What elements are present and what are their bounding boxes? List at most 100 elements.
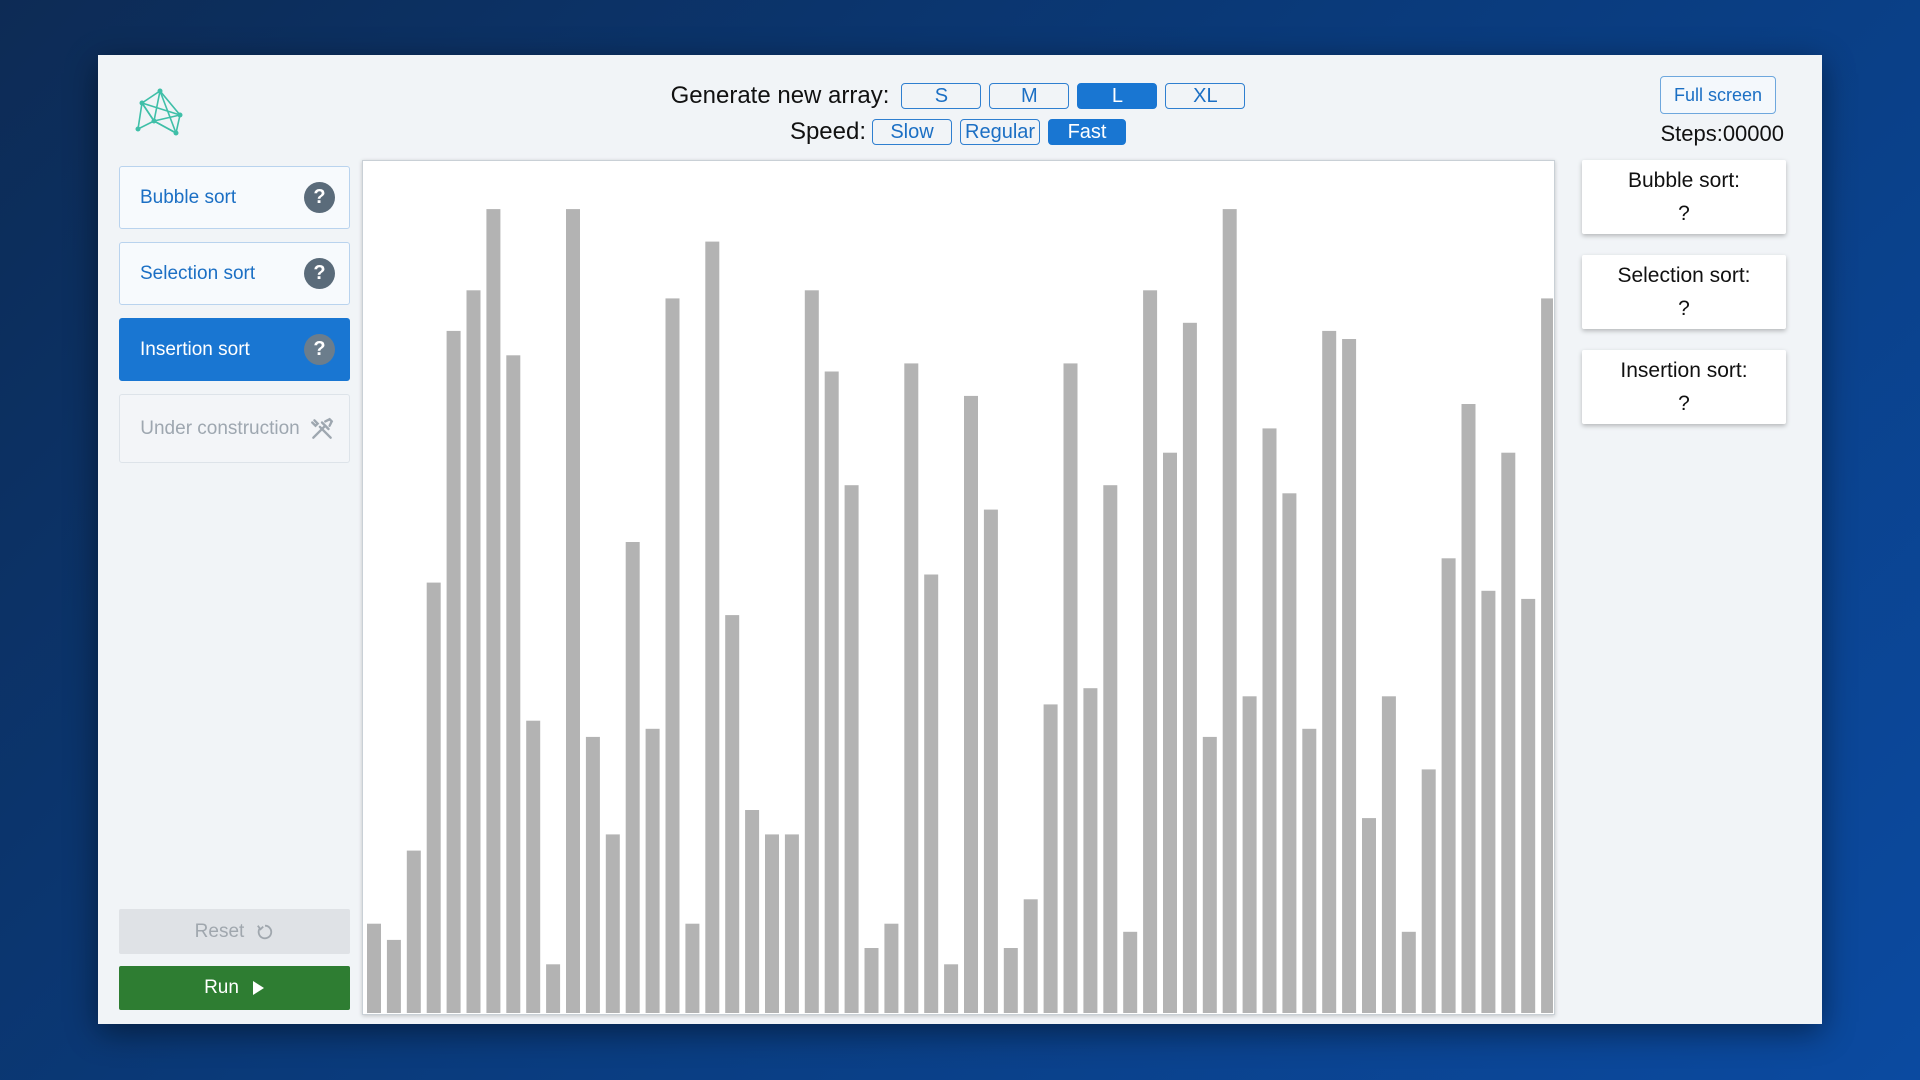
- array-bar: [546, 964, 561, 1013]
- array-bar: [665, 298, 680, 1013]
- array-bar: [386, 939, 401, 1013]
- result-label: Bubble sort:: [1627, 169, 1741, 192]
- array-bar: [406, 850, 421, 1013]
- array-bar: [645, 728, 660, 1013]
- array-bar: [1381, 696, 1396, 1013]
- help-icon[interactable]: ?: [304, 258, 335, 289]
- reset-button[interactable]: Reset: [119, 909, 350, 954]
- tools-icon: [311, 417, 334, 439]
- array-bar: [904, 363, 919, 1013]
- array-bar: [1262, 428, 1277, 1013]
- run-button[interactable]: Run: [119, 966, 350, 1010]
- algo-selection-sort[interactable]: Selection sort ?: [119, 242, 350, 305]
- array-bar: [1342, 339, 1357, 1013]
- fullscreen-button[interactable]: Full screen: [1660, 76, 1776, 114]
- generate-array-row: Generate new array: S M L XL: [98, 81, 1822, 111]
- result-selection-sort: Selection sort: ?: [1582, 255, 1786, 329]
- array-bar: [466, 290, 481, 1013]
- array-bar: [1043, 704, 1058, 1013]
- speed-label: Speed:: [789, 118, 867, 145]
- array-bar: [1461, 404, 1476, 1013]
- results-panel: Bubble sort: ? Selection sort: ? Inserti…: [1582, 160, 1786, 445]
- array-bar: [1441, 558, 1456, 1013]
- array-bar: [983, 509, 998, 1013]
- array-bar: [426, 582, 441, 1013]
- array-bar: [1103, 485, 1118, 1013]
- array-bar: [1302, 728, 1317, 1013]
- reset-icon: [256, 923, 274, 941]
- speed-slow-button[interactable]: Slow: [872, 119, 953, 145]
- array-bar: [1521, 598, 1536, 1013]
- array-bar: [566, 209, 580, 1013]
- array-bar: [526, 720, 541, 1013]
- speed-row: Speed: Slow Regular Fast: [98, 117, 1822, 147]
- array-bar: [506, 355, 521, 1013]
- array-bar: [1063, 363, 1078, 1013]
- array-bar: [1401, 931, 1416, 1013]
- array-bar: [1242, 696, 1257, 1013]
- size-s-button[interactable]: S: [901, 83, 982, 109]
- size-l-button[interactable]: L: [1077, 83, 1158, 109]
- array-bar: [864, 948, 879, 1013]
- app-window: Generate new array: S M L XL Speed: Slow…: [98, 55, 1822, 1024]
- array-bar: [605, 834, 620, 1013]
- result-value: ?: [1678, 297, 1690, 320]
- array-bar: [745, 810, 760, 1013]
- array-bar: [1143, 290, 1158, 1013]
- array-bar: [1222, 209, 1237, 1013]
- size-m-button[interactable]: M: [989, 83, 1070, 109]
- algo-bubble-sort[interactable]: Bubble sort ?: [119, 166, 350, 229]
- help-icon[interactable]: ?: [304, 334, 335, 365]
- array-bar: [725, 615, 740, 1013]
- algo-label: Insertion sort: [140, 338, 250, 360]
- result-value: ?: [1678, 202, 1690, 225]
- algo-label: Bubble sort: [140, 186, 237, 208]
- steps-counter: Steps:00000: [1660, 121, 1784, 147]
- array-bar: [1083, 688, 1098, 1013]
- array-bar: [824, 371, 839, 1013]
- speed-fast-button[interactable]: Fast: [1048, 119, 1127, 145]
- steps-label: Steps:: [1660, 121, 1723, 146]
- play-icon: [251, 980, 265, 996]
- array-bar: [784, 834, 799, 1013]
- size-xl-button[interactable]: XL: [1165, 83, 1246, 109]
- algorithm-sidebar: Bubble sort ? Selection sort ? Insertion…: [119, 166, 350, 476]
- array-bar: [1003, 948, 1018, 1013]
- array-bar: [944, 964, 959, 1013]
- array-bar: [1182, 322, 1197, 1013]
- array-bar: [1501, 452, 1516, 1013]
- array-bar: [1362, 818, 1376, 1013]
- array-bar: [367, 923, 381, 1013]
- array-bar: [765, 834, 779, 1013]
- construction-label: Under construction: [140, 418, 300, 439]
- steps-value: 00000: [1722, 121, 1784, 146]
- result-label: Insertion sort:: [1620, 359, 1748, 382]
- bars-svg: [367, 209, 1553, 1013]
- array-bar: [804, 290, 819, 1013]
- array-bar: [1541, 298, 1553, 1013]
- algo-insertion-sort[interactable]: Insertion sort ?: [119, 318, 350, 381]
- array-bar: [1481, 590, 1496, 1013]
- reset-label: Reset: [194, 920, 245, 942]
- result-bubble-sort: Bubble sort: ?: [1582, 160, 1786, 234]
- help-icon[interactable]: ?: [304, 182, 335, 213]
- algo-label: Selection sort: [140, 262, 256, 284]
- array-bar: [884, 923, 899, 1013]
- array-bar: [1282, 493, 1297, 1013]
- array-bar: [685, 923, 700, 1013]
- array-bar-chart: [362, 160, 1555, 1015]
- array-bar: [1322, 330, 1337, 1013]
- array-bar: [1123, 931, 1138, 1013]
- generate-array-label: Generate new array:: [670, 82, 890, 109]
- array-bar: [1023, 899, 1038, 1013]
- array-bar: [705, 241, 720, 1013]
- array-bar: [486, 209, 501, 1013]
- array-bar: [1163, 452, 1177, 1013]
- array-bar: [844, 485, 859, 1013]
- run-label: Run: [204, 977, 239, 998]
- array-bar: [585, 736, 600, 1013]
- result-value: ?: [1678, 392, 1690, 415]
- speed-regular-button[interactable]: Regular: [960, 119, 1041, 145]
- algo-under-construction: Under construction: [119, 394, 350, 463]
- array-bar: [1202, 736, 1217, 1013]
